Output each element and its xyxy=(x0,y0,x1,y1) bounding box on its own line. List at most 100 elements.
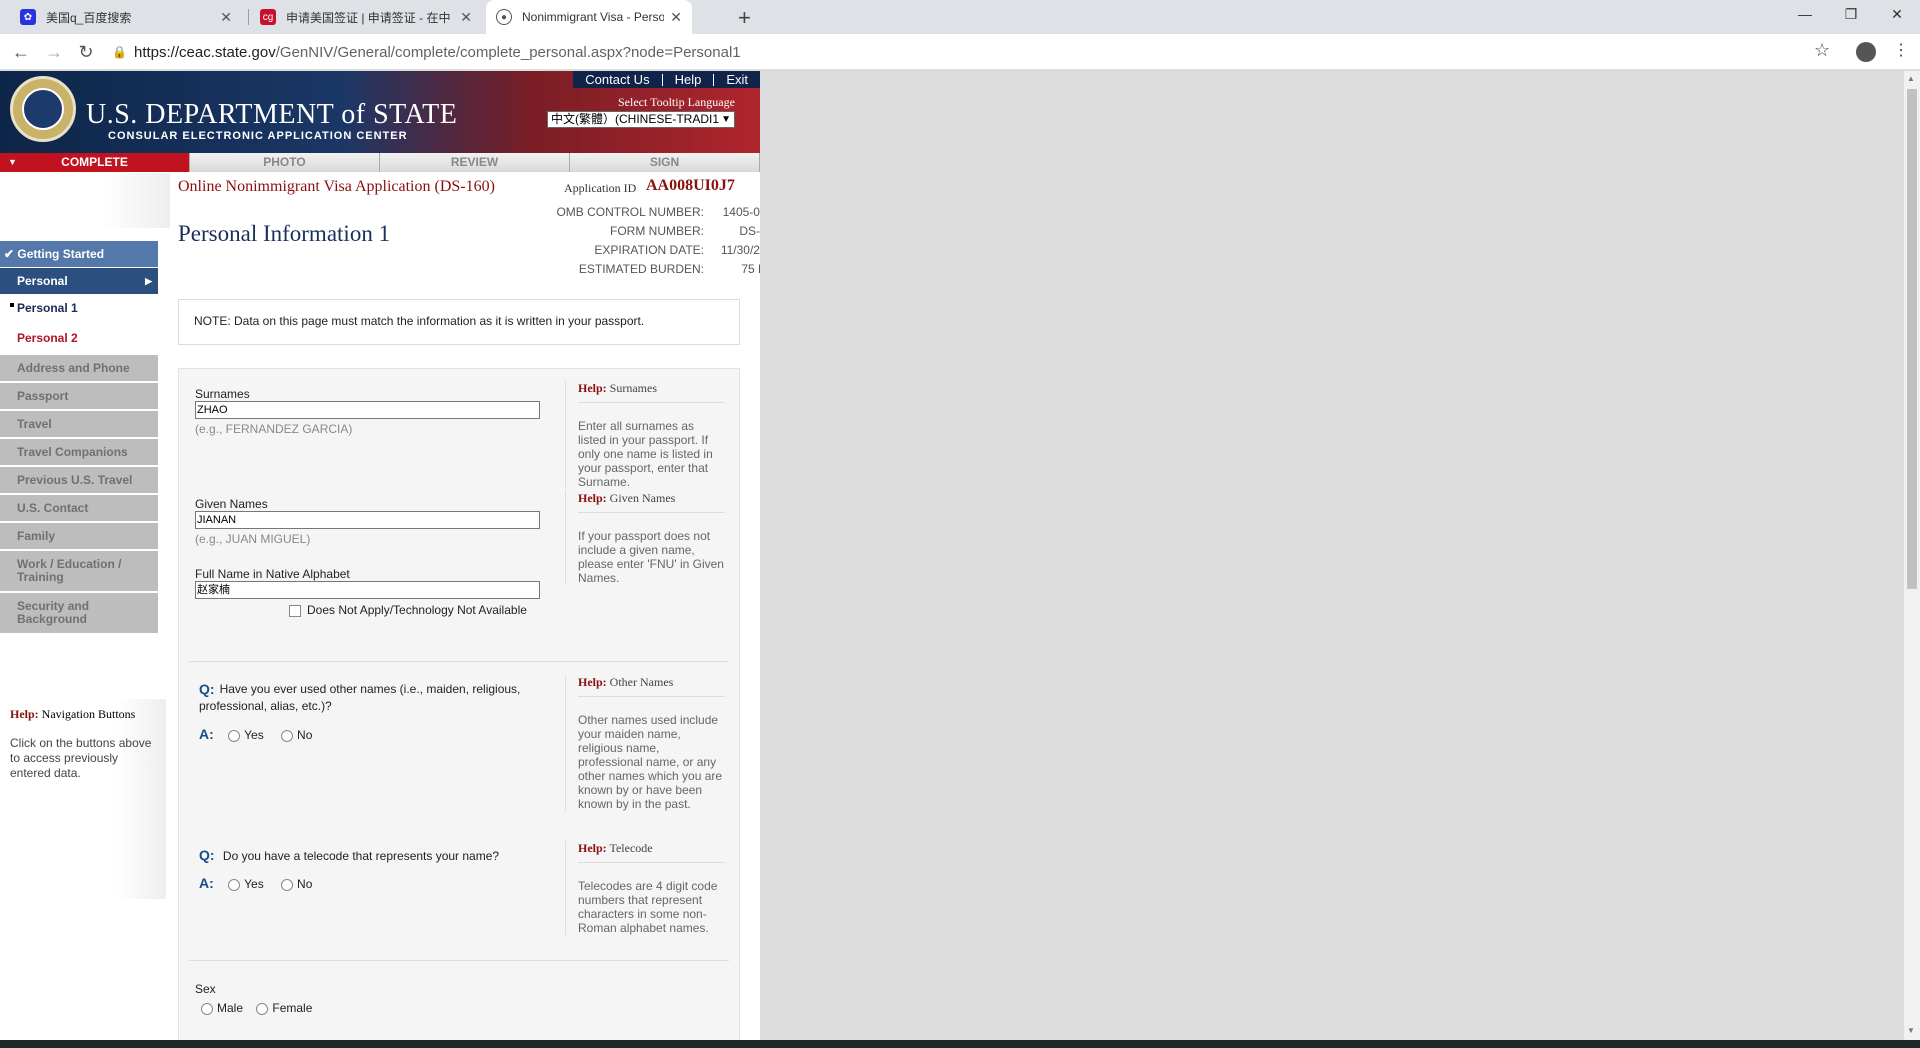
bookmark-star-icon[interactable]: ☆ xyxy=(1814,40,1830,61)
sidebar-item-label: Personal xyxy=(17,274,68,288)
reload-icon[interactable]: ↻ xyxy=(74,40,98,64)
help-surnames: Help: Surnames Enter all surnames as lis… xyxy=(565,381,725,489)
other-names-no-radio[interactable] xyxy=(281,729,294,742)
surnames-input[interactable]: ZHAO xyxy=(195,401,540,419)
answer-mark: A: xyxy=(199,875,214,891)
restore-icon[interactable]: ❐ xyxy=(1828,0,1874,28)
divider xyxy=(189,960,729,961)
native-na-checkbox[interactable] xyxy=(289,604,301,617)
address-bar: ← → ↻ 🔒 https://ceac.state.gov/GenNIV/Ge… xyxy=(0,34,1920,70)
dos-header: Contact Us Help Exit U.S. DEPARTMENT of … xyxy=(0,71,760,153)
help-prefix: Help: xyxy=(578,675,607,689)
account-icon[interactable] xyxy=(1856,42,1876,62)
step-review[interactable]: REVIEW xyxy=(380,153,570,172)
caret-down-icon: ▼ xyxy=(8,157,17,167)
sex-label: Sex xyxy=(195,982,216,996)
omb-value: 11/30/2020 xyxy=(720,243,760,257)
form-panel: Surnames ZHAO (e.g., FERNANDEZ GARCIA) H… xyxy=(178,368,740,1040)
sidebar-item-label: Security and Background xyxy=(17,599,90,626)
window-close-icon[interactable]: ✕ xyxy=(1874,0,1920,28)
surnames-hint: (e.g., FERNANDEZ GARCIA) xyxy=(195,422,353,436)
sidebar-item-address-phone: Address and Phone xyxy=(0,355,158,381)
contact-us-link[interactable]: Contact Us xyxy=(573,73,661,86)
given-names-hint: (e.g., JUAN MIGUEL) xyxy=(195,532,311,546)
help-prefix: Help: xyxy=(10,707,39,721)
step-photo[interactable]: PHOTO xyxy=(190,153,380,172)
help-title: Other Names xyxy=(609,675,674,689)
arrow-right-icon: ▶ xyxy=(145,275,152,286)
forward-icon[interactable]: → xyxy=(42,40,66,64)
sidebar-item-personal-1[interactable]: Personal 1 xyxy=(0,297,158,319)
sex-options: Male Female xyxy=(201,1001,312,1015)
omb-key: ESTIMATED BURDEN: xyxy=(578,262,704,276)
browser-menu-icon[interactable]: ⋮ xyxy=(1893,40,1909,60)
scroll-up-icon[interactable]: ▲ xyxy=(1907,74,1915,83)
yes-label: Yes xyxy=(244,728,264,742)
page-background xyxy=(760,71,1904,1040)
close-icon[interactable]: ✕ xyxy=(460,9,472,26)
native-name-input[interactable]: 赵家楠 xyxy=(195,581,540,599)
help-other-names: Help: Other Names Other names used inclu… xyxy=(565,675,725,811)
help-prefix: Help: xyxy=(578,841,607,855)
url-path: /GenNIV/General/complete/complete_person… xyxy=(275,43,741,61)
page-title: Personal Information 1 xyxy=(178,221,391,246)
exit-link[interactable]: Exit xyxy=(713,73,760,86)
help-link[interactable]: Help xyxy=(661,73,714,86)
vertical-scrollbar[interactable]: ▲ ▼ xyxy=(1904,71,1920,1040)
dos-title: U.S. DEPARTMENT of STATE xyxy=(86,99,458,130)
dos-subtitle: CONSULAR ELECTRONIC APPLICATION CENTER xyxy=(108,130,408,142)
sex-female-radio[interactable] xyxy=(256,1002,269,1015)
other-names-yes-radio[interactable] xyxy=(228,729,241,742)
telecode-answer: A: Yes No xyxy=(199,875,312,891)
dropdown-arrow-icon: ▼ xyxy=(721,114,731,125)
close-icon[interactable]: ✕ xyxy=(220,9,232,26)
sidebar-item-label: ✔ Getting Started xyxy=(4,247,105,261)
question-text: Do you have a telecode that represents y… xyxy=(222,849,500,863)
sidebar-item-personal-2[interactable]: Personal 2 xyxy=(0,327,158,349)
application-id-label: Application ID xyxy=(564,181,637,195)
browser-tab-ceac[interactable]: ● Nonimmigrant Visa - Personal ✕ xyxy=(486,0,692,34)
omb-key: FORM NUMBER: xyxy=(610,224,704,238)
male-label: Male xyxy=(217,1001,244,1015)
no-label: No xyxy=(297,728,313,742)
sidebar-item-personal[interactable]: Personal ▶ xyxy=(0,268,158,294)
telecode-no-radio[interactable] xyxy=(281,878,294,891)
browser-tab-baidu[interactable]: ✿ 美国q_百度搜索 ✕ xyxy=(10,0,242,34)
native-na-option[interactable]: Does Not Apply/Technology Not Available xyxy=(289,603,527,617)
browser-tab-bar: ✿ 美国q_百度搜索 ✕ cg 申请美国签证 | 申请签证 - 在中 ✕ ● N… xyxy=(0,0,1920,34)
sidebar-item-label: Personal 2 xyxy=(17,331,78,345)
new-tab-icon[interactable]: + xyxy=(738,5,751,31)
scrollbar-thumb[interactable] xyxy=(1907,89,1917,589)
dos-seal-logo xyxy=(10,76,76,142)
sidebar-item-work-education: Work / Education / Training xyxy=(0,551,158,591)
step-complete[interactable]: ▼ COMPLETE xyxy=(0,153,190,172)
tab-label: Nonimmigrant Visa - Personal xyxy=(522,10,665,24)
help-title: Given Names xyxy=(609,491,676,505)
close-icon[interactable]: ✕ xyxy=(670,9,682,26)
telecode-yes-radio[interactable] xyxy=(228,878,241,891)
sidebar-item-label: Travel xyxy=(17,417,52,431)
help-title: Surnames xyxy=(609,381,657,395)
scroll-down-icon[interactable]: ▼ xyxy=(1907,1026,1915,1035)
dos-seal-icon: ● xyxy=(496,9,512,25)
help-text: Click on the buttons above to access pre… xyxy=(10,736,152,780)
omb-value: 75 MIN xyxy=(741,262,760,276)
page-content: Contact Us Help Exit U.S. DEPARTMENT of … xyxy=(0,71,760,1040)
help-prefix: Help: xyxy=(578,381,607,395)
sidebar-item-getting-started[interactable]: ✔ Getting Started xyxy=(0,241,158,267)
tooltip-language-select[interactable]: 中文(繁體）(CHINESE-TRADI1 ▼ xyxy=(547,111,735,128)
browser-tab-visa-china[interactable]: cg 申请美国签证 | 申请签证 - 在中 ✕ xyxy=(250,0,482,34)
sex-male-radio[interactable] xyxy=(201,1002,213,1015)
taskbar xyxy=(0,1040,1920,1048)
given-names-input[interactable]: JIANAN xyxy=(195,511,540,529)
tab-label: 申请美国签证 | 申请签证 - 在中 xyxy=(286,10,451,25)
back-icon[interactable]: ← xyxy=(9,40,33,64)
omb-key: OMB CONTROL NUMBER: xyxy=(556,205,704,219)
step-bar: ▼ COMPLETE PHOTO REVIEW SIGN xyxy=(0,153,760,172)
url-field[interactable]: 🔒 https://ceac.state.gov/GenNIV/General/… xyxy=(112,39,1772,65)
given-names-label: Given Names xyxy=(195,497,268,511)
minimize-icon[interactable]: — xyxy=(1782,0,1828,28)
step-sign[interactable]: SIGN xyxy=(570,153,760,172)
answer-mark: A: xyxy=(199,726,214,742)
sidebar-item-previous-travel: Previous U.S. Travel xyxy=(0,467,158,493)
